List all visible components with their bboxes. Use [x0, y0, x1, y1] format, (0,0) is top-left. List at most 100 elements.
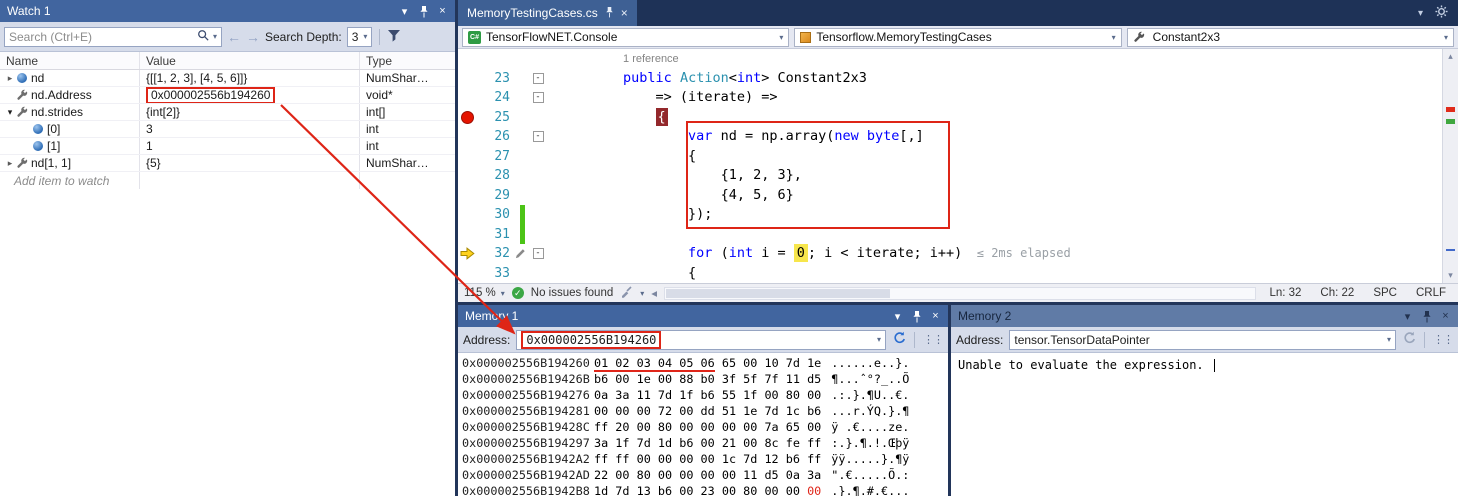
memory-row[interactable]: 0x000002556B1942760a 3a 11 7d 1f b6 55 1…	[462, 387, 946, 403]
member-dropdown[interactable]: Constant2x3 ▾	[1127, 28, 1454, 47]
search-prev-icon[interactable]: ←	[227, 30, 241, 44]
hscroll-thumb[interactable]	[666, 289, 890, 298]
column-header-type[interactable]: Type	[360, 52, 455, 69]
watch-column-headers[interactable]: Name Value Type	[0, 52, 455, 70]
search-depth-dropdown[interactable]: 3 ▾	[347, 27, 373, 47]
add-watch-row[interactable]: Add item to watch	[0, 172, 455, 189]
watch-value[interactable]: {[[1, 2, 3], [4, 5, 6]]}	[146, 71, 247, 85]
pin-icon[interactable]	[415, 3, 432, 20]
fold-toggle-icon[interactable]: -	[533, 92, 544, 103]
search-next-icon[interactable]: →	[246, 30, 260, 44]
memory-row[interactable]: 0x000002556B19428100 00 00 72 00 dd 51 1…	[462, 403, 946, 419]
scroll-down-icon[interactable]: ▾	[1448, 270, 1453, 281]
code-line[interactable]: 30 });	[458, 205, 1442, 225]
code-line[interactable]: 33 {	[458, 264, 1442, 284]
editor-horizontal-scrollbar[interactable]	[664, 287, 1256, 300]
zoom-dropdown[interactable]: 115 %▾	[464, 287, 505, 299]
watch-value-annotated[interactable]: 0x000002556b194260	[146, 87, 275, 103]
watch-row[interactable]: ▸nd{[[1, 2, 3], [4, 5, 6]]}NumShar…	[0, 70, 455, 87]
search-options-chevron-icon[interactable]: ▾	[213, 32, 217, 41]
pin-icon[interactable]	[908, 308, 925, 325]
toolbar-overflow-icon[interactable]: ⋮⋮	[1433, 333, 1453, 346]
search-input[interactable]: Search (Ctrl+E) ▾	[4, 27, 222, 47]
tab-memorytestingcases[interactable]: MemoryTestingCases.cs ×	[458, 0, 637, 26]
watch-row[interactable]: [1]1int	[0, 138, 455, 155]
toolbar-overflow-icon[interactable]: ⋮⋮	[923, 333, 943, 346]
refresh-icon[interactable]	[892, 331, 906, 348]
memory1-address-value[interactable]: 0x000002556B194260	[521, 331, 661, 349]
member-name: Constant2x3	[1153, 30, 1220, 44]
watch-row[interactable]: [0]3int	[0, 121, 455, 138]
code-line[interactable]: 25 {	[458, 108, 1442, 128]
memory-row[interactable]: 0x000002556B1942B81d 7d 13 b6 00 23 00 8…	[462, 483, 946, 496]
watch-name: nd.Address	[31, 88, 92, 102]
pin-icon[interactable]	[1418, 308, 1435, 325]
memory-bytes: 01 02 03 04 05 06 65 00 10 7d 1e	[594, 355, 821, 371]
memory2-message-area[interactable]: Unable to evaluate the expression.	[951, 353, 1458, 377]
memory1-rows[interactable]: 0x000002556B19426001 02 03 04 05 06 65 0…	[458, 353, 948, 496]
memory-row[interactable]: 0x000002556B1942973a 1f 7d 1d b6 00 21 0…	[462, 435, 946, 451]
project-dropdown[interactable]: C# TensorFlowNET.Console ▾	[462, 28, 789, 47]
refresh-icon[interactable]	[1402, 331, 1416, 348]
window-position-icon[interactable]: ▾	[1399, 308, 1416, 325]
codelens-references[interactable]: 1 reference	[623, 53, 679, 65]
code-line[interactable]: 31	[458, 225, 1442, 245]
memory2-address-input[interactable]: tensor.TensorDataPointer ▾	[1009, 330, 1396, 350]
fold-toggle-icon[interactable]: -	[533, 248, 544, 259]
code-line[interactable]: 1 reference	[458, 49, 1442, 69]
scroll-up-icon[interactable]: ▴	[1448, 51, 1453, 62]
watch-row[interactable]: nd.Address0x000002556b194260void*	[0, 87, 455, 104]
watch-row[interactable]: ▾nd.strides{int[2]}int[]	[0, 104, 455, 121]
editor-vertical-scrollbar[interactable]: ▴ ▾	[1442, 49, 1458, 283]
status-spaces[interactable]: SPC	[1373, 287, 1397, 299]
code-line[interactable]: 26- var nd = np.array(new byte[,]	[458, 127, 1442, 147]
watch-value[interactable]: {5}	[146, 156, 161, 170]
expander-expanded-icon[interactable]: ▾	[4, 107, 16, 118]
watch-value[interactable]: 3	[146, 122, 153, 136]
code-line[interactable]: 27 {	[458, 147, 1442, 167]
expander-collapsed-icon[interactable]: ▸	[4, 73, 16, 84]
close-icon[interactable]: ×	[927, 308, 944, 325]
issues-label[interactable]: No issues found	[531, 287, 613, 299]
memory-row[interactable]: 0x000002556B19428Cff 20 00 80 00 00 00 0…	[462, 419, 946, 435]
memory1-title-bar[interactable]: Memory 1 ▾ ×	[458, 305, 948, 327]
watch-value[interactable]: 1	[146, 139, 153, 153]
code-line[interactable]: 23- public Action<int> Constant2x3	[458, 69, 1442, 89]
code-line[interactable]: 28 {1, 2, 3},	[458, 166, 1442, 186]
cleanup-icon[interactable]	[620, 286, 633, 301]
filter-icon[interactable]	[387, 29, 401, 45]
memory2-title-bar[interactable]: Memory 2 ▾ ×	[951, 305, 1458, 327]
status-line-ending[interactable]: CRLF	[1416, 287, 1446, 299]
memory-row[interactable]: 0x000002556B1942A2ff ff 00 00 00 00 1c 7…	[462, 451, 946, 467]
gear-icon[interactable]	[1435, 5, 1448, 21]
close-icon[interactable]: ×	[1437, 308, 1454, 325]
watch-value[interactable]: {int[2]}	[146, 105, 180, 119]
fold-toggle-icon[interactable]: -	[533, 131, 544, 142]
tab-close-icon[interactable]: ×	[621, 6, 628, 20]
breakpoint-icon[interactable]	[461, 111, 474, 124]
close-icon[interactable]: ×	[434, 3, 451, 20]
column-header-value[interactable]: Value	[140, 52, 360, 69]
memory-bytes: 00 00 00 72 00 dd 51 1e 7d 1c b6	[594, 403, 821, 419]
document-list-chevron-icon[interactable]: ▾	[1418, 8, 1423, 19]
code-line[interactable]: 32- for (int i = 0; i < iterate; i++) ≤ …	[458, 244, 1442, 264]
window-position-icon[interactable]: ▾	[889, 308, 906, 325]
window-position-icon[interactable]: ▾	[396, 3, 413, 20]
code-line[interactable]: 29 {4, 5, 6}	[458, 186, 1442, 206]
code-editor[interactable]: 1 reference 23- public Action<int> Consta…	[458, 49, 1458, 283]
hscroll-left-icon[interactable]: ◂	[651, 286, 657, 300]
class-dropdown[interactable]: Tensorflow.MemoryTestingCases ▾	[794, 28, 1121, 47]
column-header-name[interactable]: Name	[0, 52, 140, 69]
tab-pin-icon[interactable]	[605, 6, 614, 21]
code-line[interactable]: 24- => (iterate) =>	[458, 88, 1442, 108]
watch-title-bar[interactable]: Watch 1 ▾ ×	[0, 0, 455, 22]
memory-row[interactable]: 0x000002556B1942AD22 00 80 00 00 00 00 1…	[462, 467, 946, 483]
cleanup-chevron-icon[interactable]: ▾	[640, 289, 644, 298]
fold-toggle-icon[interactable]: -	[533, 73, 544, 84]
memory2-address-value[interactable]: tensor.TensorDataPointer	[1014, 333, 1149, 347]
memory-row[interactable]: 0x000002556B19426Bb6 00 1e 00 88 b0 3f 5…	[462, 371, 946, 387]
watch-row[interactable]: ▸nd[1, 1]{5}NumShar…	[0, 155, 455, 172]
expander-collapsed-icon[interactable]: ▸	[4, 158, 16, 169]
memory-row[interactable]: 0x000002556B19426001 02 03 04 05 06 65 0…	[462, 355, 946, 371]
memory1-address-input[interactable]: 0x000002556B194260 ▾	[516, 330, 886, 350]
